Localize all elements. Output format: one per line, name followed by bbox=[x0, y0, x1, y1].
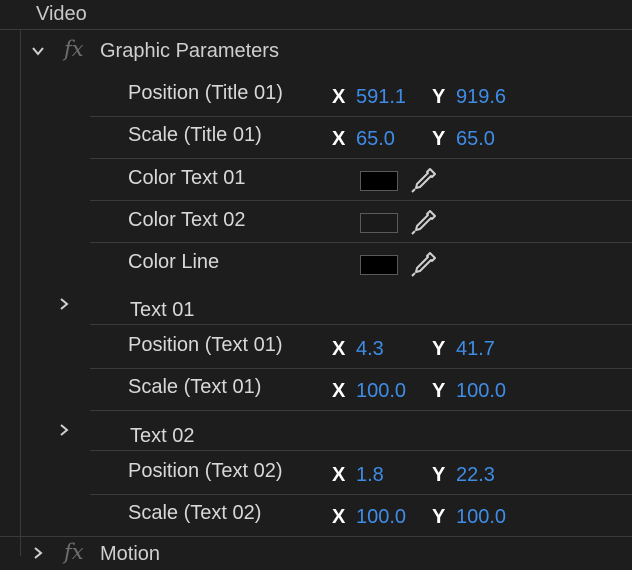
divider bbox=[0, 29, 632, 30]
y-value[interactable]: 919.6 bbox=[456, 86, 506, 109]
chevron-right-icon[interactable] bbox=[58, 424, 70, 436]
chevron-down-icon[interactable] bbox=[32, 45, 44, 57]
param-label: Scale (Text 02) bbox=[128, 502, 262, 524]
y-axis-label: Y bbox=[432, 338, 446, 360]
fx-icon: fx bbox=[64, 540, 84, 564]
divider bbox=[90, 242, 632, 243]
x-value[interactable]: 591.1 bbox=[356, 86, 406, 109]
param-row-scale-text01: Scale (Text 01) X 100.0 Y 100.0 bbox=[0, 370, 632, 412]
effect-name: Graphic Parameters bbox=[100, 40, 279, 62]
divider bbox=[90, 324, 632, 325]
x-axis-label: X bbox=[332, 338, 346, 360]
chevron-right-icon[interactable] bbox=[58, 298, 70, 310]
param-label: Scale (Title 01) bbox=[128, 124, 262, 146]
param-row-position-text01: Position (Text 01) X 4.3 Y 41.7 bbox=[0, 328, 632, 370]
divider bbox=[90, 158, 632, 159]
divider bbox=[90, 450, 632, 451]
x-axis-label: X bbox=[332, 86, 346, 108]
divider bbox=[90, 116, 632, 117]
group-label: Text 01 bbox=[130, 299, 195, 321]
fx-icon: fx bbox=[64, 37, 84, 61]
param-label: Position (Text 01) bbox=[128, 334, 283, 356]
y-value[interactable]: 41.7 bbox=[456, 338, 495, 361]
color-swatch[interactable] bbox=[360, 171, 398, 191]
param-row-color-text02: Color Text 02 bbox=[0, 202, 632, 244]
param-label: Scale (Text 01) bbox=[128, 376, 262, 398]
x-axis-label: X bbox=[332, 506, 346, 528]
x-value[interactable]: 1.8 bbox=[356, 464, 384, 487]
chevron-right-icon[interactable] bbox=[32, 547, 44, 559]
y-value[interactable]: 100.0 bbox=[456, 380, 506, 403]
y-axis-label: Y bbox=[432, 380, 446, 402]
effect-header-motion[interactable]: fx Motion bbox=[22, 540, 632, 570]
param-label: Position (Text 02) bbox=[128, 460, 283, 482]
y-axis-label: Y bbox=[432, 128, 446, 150]
divider bbox=[90, 200, 632, 201]
divider bbox=[90, 368, 632, 369]
param-row-scale-text02: Scale (Text 02) X 100.0 Y 100.0 bbox=[0, 496, 632, 538]
x-axis-label: X bbox=[332, 380, 346, 402]
x-value[interactable]: 65.0 bbox=[356, 128, 395, 151]
param-label: Position (Title 01) bbox=[128, 82, 283, 104]
effect-name: Motion bbox=[100, 543, 161, 565]
color-swatch[interactable] bbox=[360, 255, 398, 275]
param-row-position-text02: Position (Text 02) X 1.8 Y 22.3 bbox=[0, 454, 632, 496]
param-row-color-text01: Color Text 01 bbox=[0, 160, 632, 202]
y-axis-label: Y bbox=[432, 506, 446, 528]
divider bbox=[0, 536, 632, 537]
param-row-position-title01: Position (Title 01) X 591.1 Y 919.6 bbox=[0, 76, 632, 118]
eyedropper-icon[interactable] bbox=[408, 206, 440, 238]
eyedropper-icon[interactable] bbox=[408, 248, 440, 280]
divider bbox=[90, 410, 632, 411]
param-row-scale-title01: Scale (Title 01) X 65.0 Y 65.0 bbox=[0, 118, 632, 160]
x-value[interactable]: 100.0 bbox=[356, 380, 406, 403]
divider bbox=[90, 494, 632, 495]
y-value[interactable]: 22.3 bbox=[456, 464, 495, 487]
group-label: Text 02 bbox=[130, 425, 195, 447]
y-axis-label: Y bbox=[432, 464, 446, 486]
color-swatch[interactable] bbox=[360, 213, 398, 233]
param-row-color-line: Color Line bbox=[0, 244, 632, 286]
y-axis-label: Y bbox=[432, 86, 446, 108]
x-axis-label: X bbox=[332, 464, 346, 486]
section-header-video: Video bbox=[0, 0, 632, 28]
y-value[interactable]: 65.0 bbox=[456, 128, 495, 151]
effect-header-graphic-parameters[interactable]: fx Graphic Parameters bbox=[22, 31, 632, 73]
x-axis-label: X bbox=[332, 128, 346, 150]
x-value[interactable]: 4.3 bbox=[356, 338, 384, 361]
y-value[interactable]: 100.0 bbox=[456, 506, 506, 529]
param-label: Color Text 02 bbox=[128, 209, 246, 231]
param-label: Color Text 01 bbox=[128, 167, 246, 189]
param-label: Color Line bbox=[128, 251, 220, 273]
eyedropper-icon[interactable] bbox=[408, 164, 440, 196]
x-value[interactable]: 100.0 bbox=[356, 506, 406, 529]
section-title: Video bbox=[36, 2, 87, 25]
